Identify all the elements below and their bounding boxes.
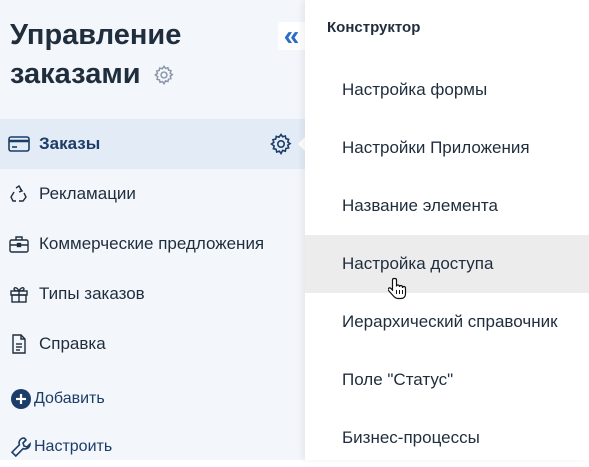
gear-icon[interactable] [269, 132, 293, 161]
menu-item-app-settings[interactable]: Настройки Приложения [305, 119, 589, 177]
plus-circle-icon [10, 388, 32, 410]
wrench-icon [10, 436, 32, 458]
menu-item-label: Поле "Статус" [342, 370, 454, 389]
sidebar-item-offers[interactable]: Коммерческие предложения [0, 219, 305, 269]
sidebar-item-help[interactable]: Справка [0, 319, 305, 369]
sidebar-item-label: Типы заказов [39, 284, 145, 303]
sidebar-item-complaints[interactable]: Рекламации [0, 169, 305, 219]
sidebar-item-label: Справка [39, 334, 106, 353]
sidebar: Управление заказами « Заказы Рекламации … [0, 0, 306, 462]
menu-item-label: Настройки Приложения [342, 138, 530, 157]
constructor-menu: Конструктор Настройка формы Настройки Пр… [305, 0, 589, 460]
menu-item-hierarchical-directory[interactable]: Иерархический справочник [305, 293, 589, 351]
menu-item-label: Настройка доступа [342, 254, 494, 273]
menu-item-label: Настройка формы [342, 80, 488, 99]
sidebar-item-label: Рекламации [39, 184, 136, 203]
menu-item-form-settings[interactable]: Настройка формы [305, 61, 589, 119]
menu-item-label: Название элемента [342, 196, 498, 215]
menu-item-label: Бизнес-процессы [342, 428, 480, 447]
app-settings-gear-icon[interactable] [153, 58, 175, 97]
menu-item-access-settings[interactable]: Настройка доступа [305, 235, 589, 293]
sidebar-item-orders[interactable]: Заказы [0, 119, 306, 169]
sidebar-item-label: Заказы [39, 134, 101, 153]
sidebar-item-label: Коммерческие предложения [39, 234, 265, 253]
collapse-sidebar-button[interactable]: « [278, 22, 305, 50]
briefcase-icon [8, 233, 30, 255]
double-chevron-left-icon: « [283, 20, 300, 51]
gift-icon [8, 283, 30, 305]
menu-header: Конструктор [327, 19, 421, 36]
app-title: Управление заказами [10, 16, 270, 97]
configure-button[interactable]: Настроить [0, 432, 112, 462]
menu-item-label: Иерархический справочник [342, 312, 558, 331]
configure-button-label: Настроить [34, 438, 113, 455]
sidebar-item-order-types[interactable]: Типы заказов [0, 269, 305, 319]
add-button-label: Добавить [34, 390, 105, 407]
card-icon [8, 133, 30, 155]
add-button[interactable]: Добавить [0, 384, 105, 414]
recycle-icon [8, 183, 30, 205]
document-icon [8, 333, 30, 355]
menu-item-element-name[interactable]: Название элемента [305, 177, 589, 235]
menu-item-status-field[interactable]: Поле "Статус" [305, 351, 589, 409]
menu-item-business-processes[interactable]: Бизнес-процессы [305, 409, 589, 467]
hand-cursor-icon [387, 277, 408, 306]
